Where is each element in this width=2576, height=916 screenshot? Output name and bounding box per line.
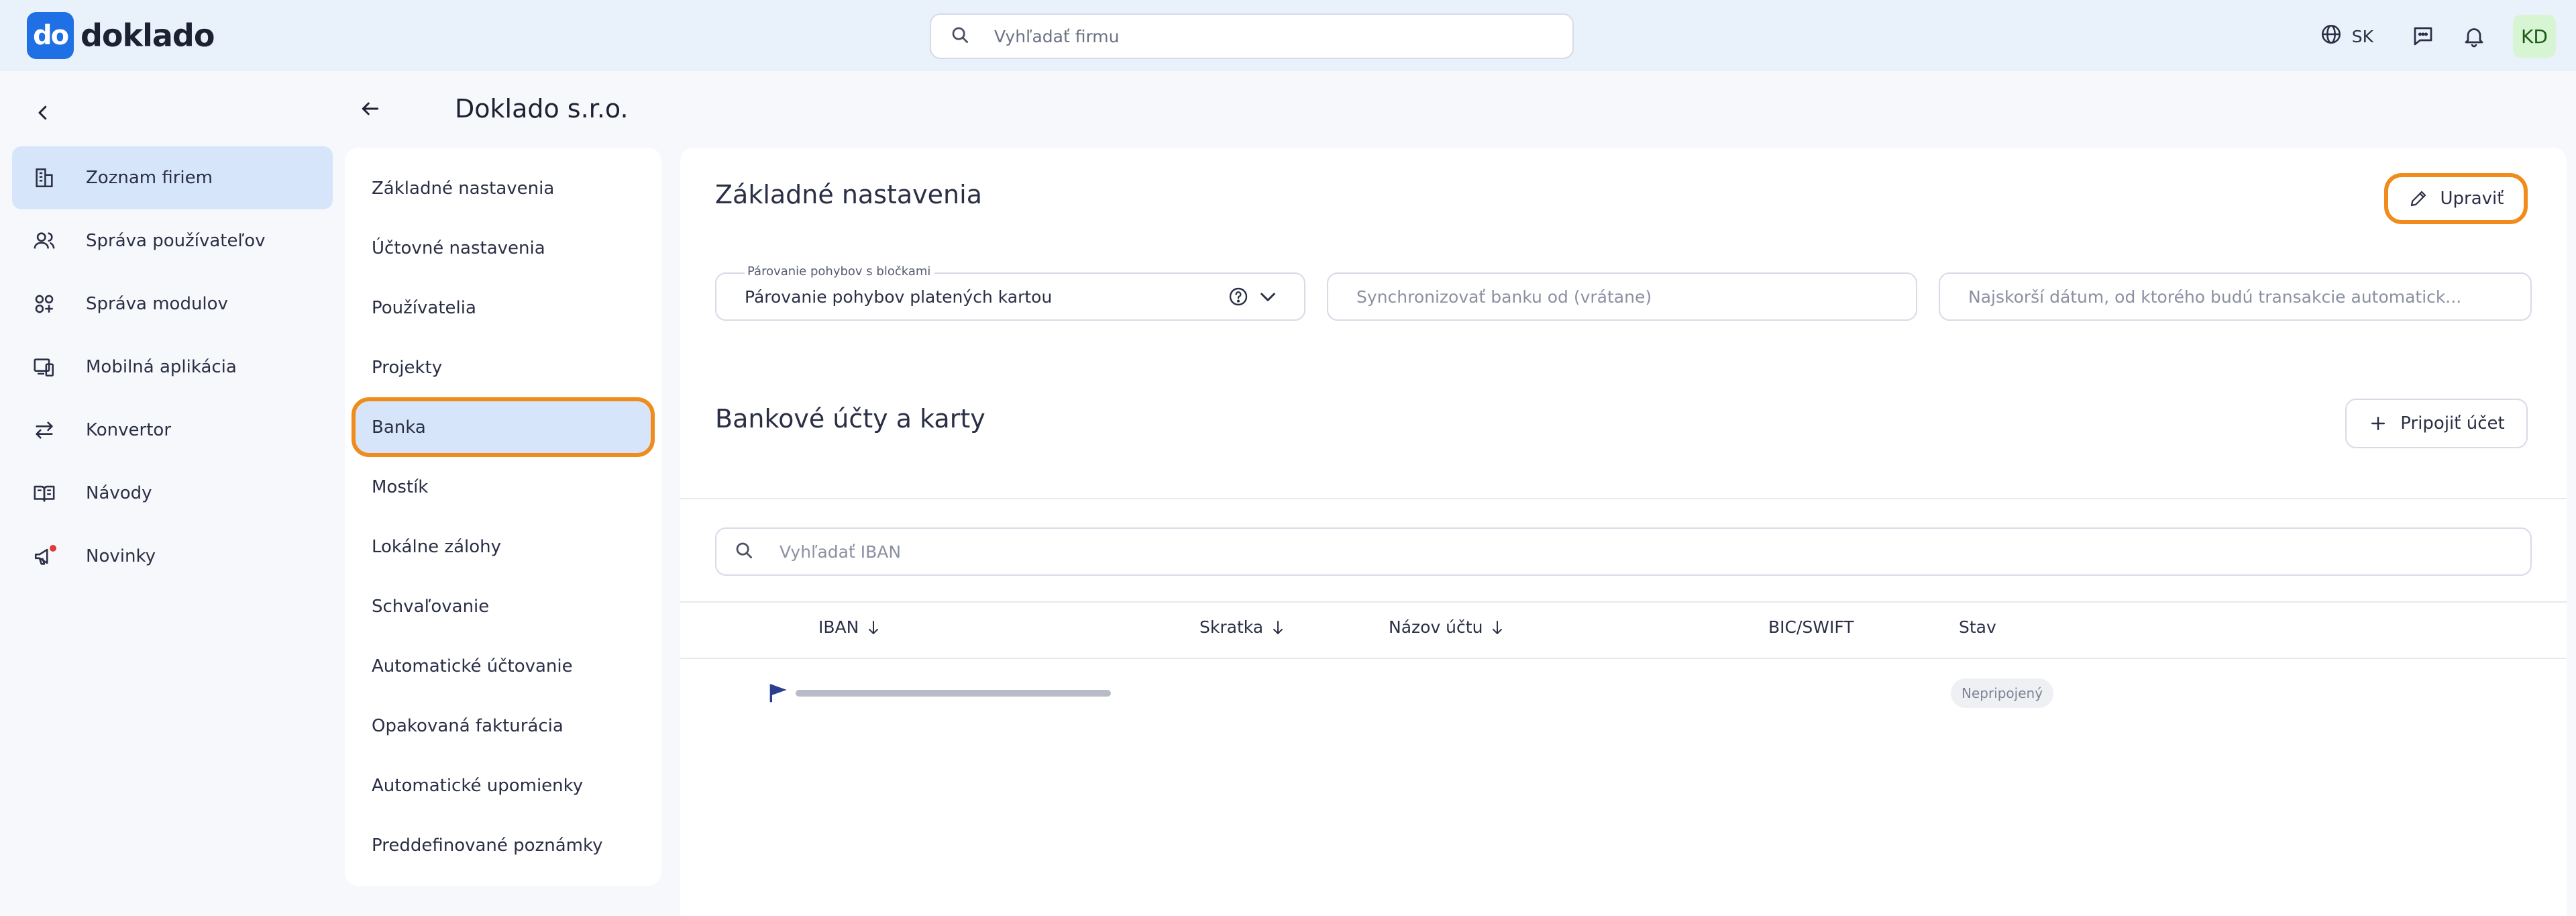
back-button[interactable] — [356, 95, 385, 125]
arrows-icon — [30, 419, 59, 442]
avatar[interactable]: KD — [2513, 15, 2556, 58]
users-icon — [30, 230, 59, 252]
sidebar-item-modules[interactable]: Správa modulov — [12, 272, 333, 336]
sort-arrow-icon — [1489, 618, 1505, 637]
settings-item-approval[interactable]: Schvaľovanie — [352, 576, 655, 636]
help-icon[interactable] — [1228, 286, 1249, 311]
pairing-select-icons — [1228, 286, 1279, 311]
book-icon — [30, 482, 59, 505]
arrow-left-icon — [360, 98, 381, 122]
settings-menu: Základné nastavenia Účtovné nastavenia P… — [345, 148, 661, 886]
settings-item-predefined-notes[interactable]: Preddefinované poznámky — [352, 815, 655, 875]
edit-button-label: Upraviť — [2440, 189, 2504, 209]
iban-value-redacted — [796, 690, 1111, 697]
column-header-iban[interactable]: IBAN — [818, 617, 881, 637]
logo[interactable]: do doklado — [27, 12, 215, 59]
settings-item-local-backups[interactable]: Lokálne zálohy — [352, 517, 655, 576]
earliest-date-placeholder: Najskorší dátum, od ktorého budú transak… — [1968, 287, 2462, 307]
column-header-account-name[interactable]: Názov účtu — [1389, 617, 1505, 637]
pairing-select-value: Párovanie pohybov platených kartou — [745, 287, 1053, 307]
sidebar: Zoznam firiem Správa používateľov Správa… — [12, 146, 333, 588]
iban-search[interactable] — [715, 527, 2532, 576]
settings-item-auto-reminders[interactable]: Automatické upomienky — [352, 756, 655, 815]
top-bar: do doklado SK KD — [0, 0, 2576, 71]
earliest-date-field[interactable]: Najskorší dátum, od ktorého budú transak… — [1939, 272, 2532, 321]
status-badge: Nepripojený — [1951, 678, 2054, 708]
settings-item-users[interactable]: Používatelia — [352, 278, 655, 338]
globe-icon — [2320, 23, 2343, 50]
pencil-icon — [2408, 189, 2428, 209]
column-header-bic: BIC/SWIFT — [1768, 617, 1854, 637]
settings-item-bank[interactable]: Banka — [352, 397, 655, 457]
bell-icon[interactable] — [2462, 24, 2486, 48]
connect-account-label: Pripojiť účet — [2400, 413, 2505, 434]
sidebar-collapse-button[interactable] — [30, 101, 56, 128]
column-header-label: Stav — [1959, 617, 1996, 637]
column-header-label: Skratka — [1199, 617, 1264, 637]
sync-bank-from-placeholder: Synchronizovať banku od (vrátane) — [1356, 287, 1652, 307]
connect-account-button[interactable]: Pripojiť účet — [2345, 399, 2528, 448]
section-divider — [680, 498, 2567, 499]
sync-bank-from-field[interactable]: Synchronizovať banku od (vrátane) — [1327, 272, 1917, 321]
chevron-left-icon — [33, 103, 53, 125]
sidebar-item-label: Návody — [86, 483, 152, 503]
logo-text: doklado — [80, 17, 215, 54]
bank-settings-panel: Základné nastavenia Upraviť Párovanie po… — [680, 148, 2567, 916]
modules-icon — [30, 293, 59, 315]
pairing-select[interactable]: Párovanie pohybov s bločkami Párovanie p… — [715, 264, 1305, 321]
sort-arrow-icon — [865, 618, 881, 637]
table-header-bottom-border — [680, 658, 2567, 659]
settings-item-accounting[interactable]: Účtovné nastavenia — [352, 218, 655, 278]
chevron-down-icon[interactable] — [1257, 286, 1279, 311]
sidebar-item-news[interactable]: Novinky — [12, 525, 333, 588]
mobile-icon — [30, 356, 59, 378]
sidebar-item-converter[interactable]: Konvertor — [12, 399, 333, 462]
settings-item-projects[interactable]: Projekty — [352, 338, 655, 397]
chat-icon[interactable] — [2411, 24, 2435, 48]
page-title: Doklado s.r.o. — [455, 94, 629, 123]
language-label: SK — [2351, 26, 2373, 46]
sort-arrow-icon — [1270, 618, 1286, 637]
iban-search-input[interactable] — [780, 542, 2457, 562]
sidebar-item-label: Konvertor — [86, 420, 172, 440]
column-header-label: IBAN — [818, 617, 859, 637]
bank-logo — [769, 680, 796, 709]
column-header-status: Stav — [1959, 617, 1996, 637]
building-icon — [30, 166, 59, 189]
column-header-short[interactable]: Skratka — [1199, 617, 1286, 637]
logo-mark: do — [27, 12, 74, 59]
column-header-label: BIC/SWIFT — [1768, 617, 1854, 637]
language-switch[interactable]: SK — [2320, 23, 2373, 50]
sidebar-item-users[interactable]: Správa používateľov — [12, 209, 333, 272]
search-icon — [734, 540, 754, 563]
company-search[interactable] — [930, 13, 1574, 59]
sidebar-item-label: Novinky — [86, 546, 156, 566]
edit-button[interactable]: Upraviť — [2384, 173, 2528, 224]
plus-icon — [2368, 413, 2388, 434]
news-badge — [50, 545, 56, 552]
sidebar-item-mobile-app[interactable]: Mobilná aplikácia — [12, 336, 333, 399]
table-header-top-border — [680, 601, 2567, 603]
settings-item-bridge[interactable]: Mostík — [352, 457, 655, 517]
top-right-actions: SK KD — [2320, 15, 2556, 58]
sidebar-item-guides[interactable]: Návody — [12, 462, 333, 525]
settings-item-recurring-invoicing[interactable]: Opakovaná fakturácia — [352, 696, 655, 756]
sidebar-item-label: Mobilná aplikácia — [86, 357, 237, 377]
basic-settings-title: Základné nastavenia — [715, 180, 982, 209]
sidebar-item-label: Správa používateľov — [86, 231, 266, 251]
column-header-label: Názov účtu — [1389, 617, 1483, 637]
sidebar-item-label: Správa modulov — [86, 294, 228, 314]
sidebar-item-label: Zoznam firiem — [86, 168, 213, 188]
search-icon — [950, 25, 970, 48]
bank-accounts-title: Bankové účty a karty — [715, 404, 985, 434]
company-search-input[interactable] — [994, 26, 1531, 46]
megaphone-icon — [30, 545, 59, 568]
settings-item-basic[interactable]: Základné nastavenia — [352, 158, 655, 218]
pairing-select-label: Párovanie pohybov s bločkami — [745, 264, 935, 278]
sidebar-item-companies[interactable]: Zoznam firiem — [12, 146, 333, 209]
settings-item-auto-accounting[interactable]: Automatické účtovanie — [352, 636, 655, 696]
